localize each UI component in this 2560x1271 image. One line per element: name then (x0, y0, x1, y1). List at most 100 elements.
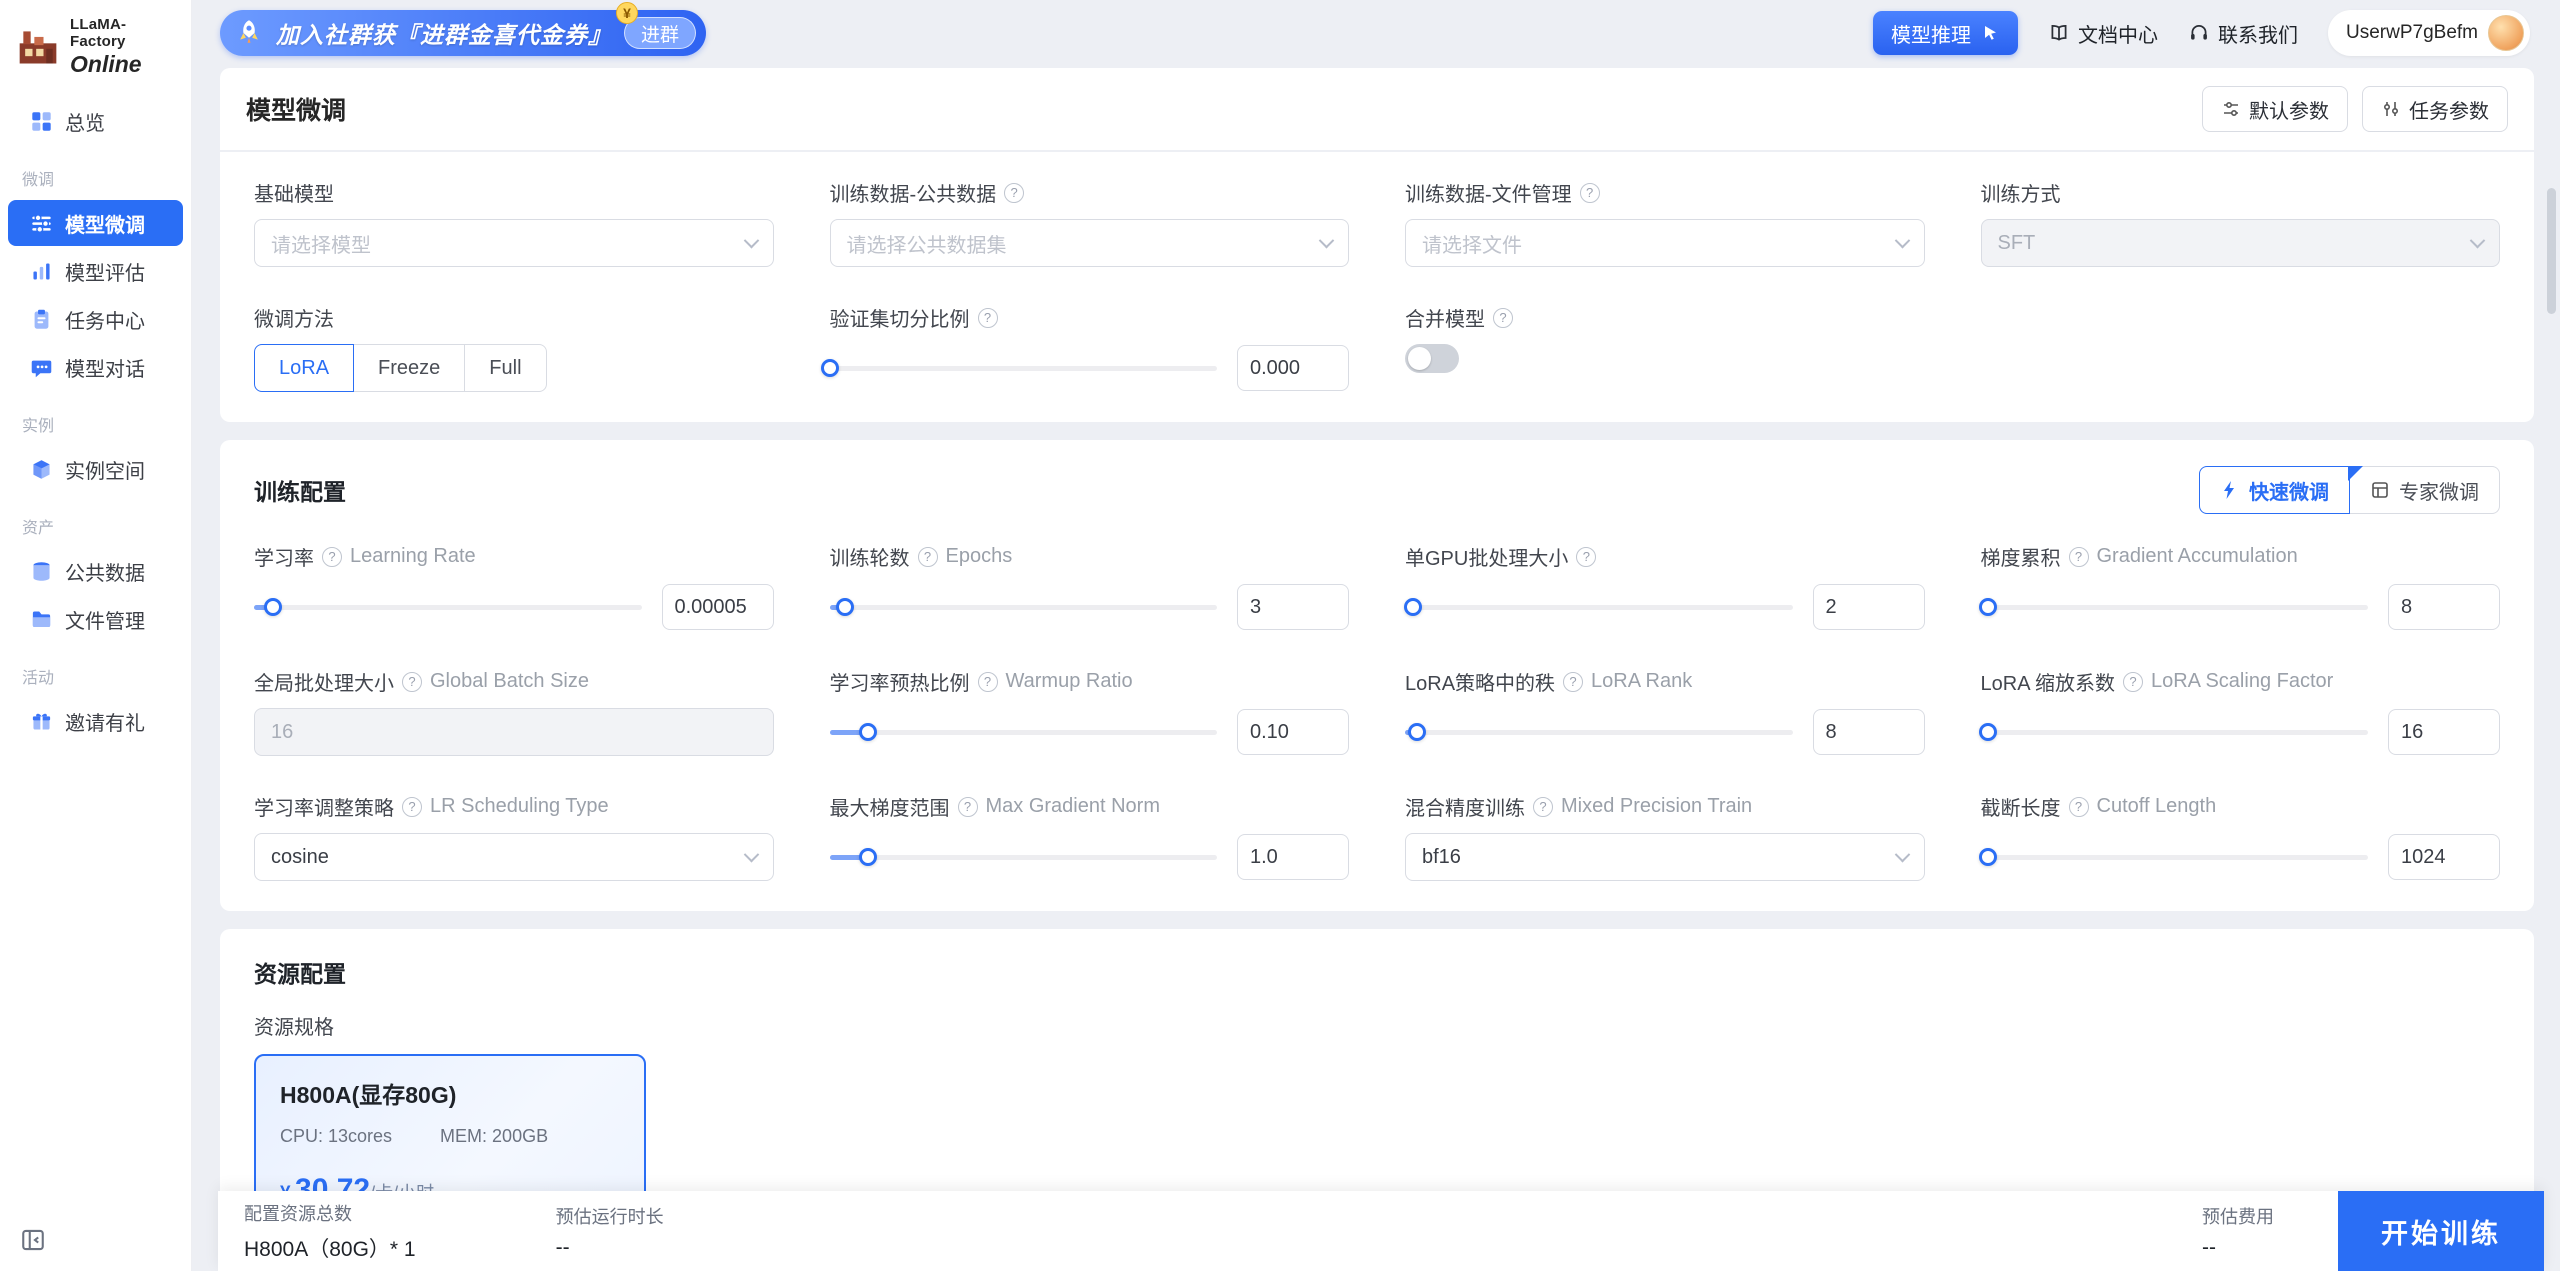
contact-us-label: 联系我们 (2218, 24, 2298, 47)
field-base-model: 基础模型 请选择模型 (254, 178, 774, 267)
finetune-icon (32, 213, 51, 233)
finetune-method-freeze[interactable]: Freeze (353, 344, 466, 392)
lr-scheduler-select[interactable]: cosine (254, 833, 774, 881)
slider-handle[interactable] (264, 598, 283, 616)
info-icon[interactable] (917, 546, 938, 567)
sidebar-item-overview[interactable]: 总览 (8, 98, 183, 144)
slider-handle[interactable] (1979, 848, 1998, 866)
lora-rank-input[interactable] (1812, 709, 1925, 755)
mixed-precision-select[interactable]: bf16 (1405, 833, 1925, 881)
sidebar-item-task-center[interactable]: 任务中心 (8, 296, 183, 342)
docs-center-link[interactable]: 文档中心 (2048, 19, 2158, 48)
quick-finetune-tab[interactable]: 快速微调 (2199, 466, 2363, 514)
user-menu[interactable]: UserwP7gBefm (2328, 10, 2530, 56)
param-label: 学习率预热比例 (829, 673, 970, 695)
expert-finetune-tab[interactable]: 专家微调 (2350, 466, 2500, 514)
info-icon[interactable] (977, 671, 998, 692)
scrollbar-thumb[interactable] (2547, 188, 2556, 314)
info-icon[interactable] (1533, 796, 1553, 817)
sidebar-item-instance-space[interactable]: 实例空间 (8, 446, 183, 492)
slider-handle[interactable] (1403, 598, 1422, 616)
info-icon[interactable] (1563, 671, 1584, 692)
app-logo[interactable]: LLaMA-Factory Online (0, 0, 191, 88)
finetune-method-lora[interactable]: LoRA (254, 344, 355, 392)
learning-rate-slider[interactable] (254, 596, 642, 618)
max-grad-slider[interactable] (829, 846, 1217, 868)
sidebar-item-public-data[interactable]: 公共数据 (8, 548, 183, 594)
param-lora-rank: LoRA策略中的秩 LoRA Rank (1405, 667, 1925, 756)
sidebar-nav: 总览 微调 模型微调 模型评估 任务中心 模型对话 实例 实例空间 资产 公共数… (0, 88, 191, 1211)
slider-handle[interactable] (1407, 723, 1426, 741)
sidebar-collapse-button[interactable] (0, 1211, 191, 1271)
slider-handle[interactable] (1979, 723, 1998, 741)
info-icon[interactable] (2068, 796, 2089, 817)
model-inference-button[interactable]: 模型推理 (1873, 11, 2018, 55)
public-dataset-select[interactable]: 请选择公共数据集 (829, 219, 1349, 267)
cutoff-slider[interactable] (1979, 846, 2368, 868)
param-label: 单GPU批处理大小 (1405, 548, 1569, 570)
sidebar-item-invite[interactable]: 邀请有礼 (8, 698, 183, 744)
instance-icon (33, 459, 50, 479)
field-label: 基础模型 (254, 184, 334, 206)
slider-handle[interactable] (820, 359, 839, 377)
slider-handle[interactable] (859, 723, 878, 741)
coin-icon (616, 2, 639, 24)
base-model-select[interactable]: 请选择模型 (254, 219, 774, 267)
gpu-batch-slider[interactable] (1403, 596, 1793, 618)
task-params-button[interactable]: 任务参数 (2362, 86, 2508, 132)
join-group-button[interactable]: 进群 (624, 17, 697, 49)
sidebar-item-model-chat[interactable]: 模型对话 (8, 344, 183, 390)
param-label-en: LoRA Scaling Factor (2150, 670, 2334, 692)
warmup-input[interactable] (1237, 709, 1349, 755)
warmup-slider[interactable] (829, 721, 1217, 743)
max-grad-input[interactable] (1237, 834, 1349, 880)
lora-rank-slider[interactable] (1405, 721, 1793, 743)
finetune-method-full[interactable]: Full (464, 344, 547, 392)
sliders-icon (2224, 101, 2238, 117)
sidebar-item-model-eval[interactable]: 模型评估 (8, 248, 183, 294)
file-select[interactable]: 请选择文件 (1405, 219, 1925, 267)
resource-config-title: 资源配置 (254, 961, 346, 987)
sidebar-item-label: 邀请有礼 (65, 712, 145, 735)
param-learning-rate: 学习率 Learning Rate (254, 542, 774, 631)
sidebar-item-label: 实例空间 (65, 460, 145, 483)
slider-handle[interactable] (859, 848, 878, 866)
sidebar-item-file-manage[interactable]: 文件管理 (8, 596, 183, 642)
val-split-slider[interactable] (820, 357, 1217, 379)
grad-accum-slider[interactable] (1979, 596, 2368, 618)
learning-rate-input[interactable] (661, 584, 774, 630)
grad-accum-input[interactable] (2388, 584, 2500, 630)
val-split-input[interactable] (1237, 345, 1349, 391)
info-icon[interactable] (402, 796, 422, 817)
info-icon[interactable] (1004, 182, 1025, 203)
param-label: 学习率调整策略 (254, 798, 394, 820)
info-icon[interactable] (1579, 182, 1600, 203)
merge-model-toggle[interactable] (1405, 344, 1459, 373)
cutoff-input[interactable] (2388, 834, 2500, 880)
info-icon[interactable] (322, 546, 342, 567)
sidebar: LLaMA-Factory Online 总览 微调 模型微调 模型评估 任务中… (0, 0, 192, 1271)
gpu-batch-input[interactable] (1812, 584, 1925, 630)
info-icon[interactable] (2068, 546, 2089, 567)
param-warmup-ratio: 学习率预热比例 Warmup Ratio (829, 667, 1349, 756)
info-icon[interactable] (1576, 546, 1597, 567)
duration-stat: 预估运行时长 -- (556, 1203, 664, 1260)
info-icon[interactable] (2122, 671, 2143, 692)
lora-scale-slider[interactable] (1979, 721, 2368, 743)
info-icon[interactable] (977, 307, 998, 328)
contact-us-link[interactable]: 联系我们 (2188, 19, 2298, 48)
info-icon[interactable] (1493, 307, 1513, 328)
start-training-button[interactable]: 开始训练 (2338, 1191, 2544, 1271)
info-icon[interactable] (402, 671, 422, 692)
collapse-icon (22, 1229, 44, 1251)
lora-scale-input[interactable] (2388, 709, 2500, 755)
epochs-input[interactable] (1237, 584, 1349, 630)
default-params-button[interactable]: 默认参数 (2202, 86, 2348, 132)
community-banner[interactable]: 加入社群获『进群金喜代金券』 进群 (220, 2, 707, 56)
param-max-grad-norm: 最大梯度范围 Max Gradient Norm (829, 792, 1349, 881)
sidebar-item-model-finetune[interactable]: 模型微调 (8, 200, 183, 246)
epochs-slider[interactable] (829, 596, 1217, 618)
slider-handle[interactable] (836, 598, 854, 616)
slider-handle[interactable] (1979, 598, 1998, 616)
info-icon[interactable] (957, 796, 978, 817)
